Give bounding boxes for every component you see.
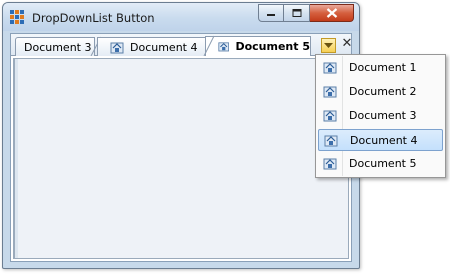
menu-item-label: Document 2 bbox=[349, 85, 417, 98]
caption-buttons bbox=[258, 4, 354, 22]
tab-document-3[interactable]: Document 3 bbox=[15, 37, 95, 56]
menu-item-document-3[interactable]: Document 3 bbox=[318, 105, 443, 127]
document-icon bbox=[323, 62, 337, 74]
maximize-icon bbox=[292, 9, 301, 17]
dropdown-menu: Document 1 Document 2 Document 3 Documen… bbox=[315, 54, 446, 178]
document-icon bbox=[324, 135, 338, 147]
menu-item-label: Document 5 bbox=[349, 157, 417, 170]
menu-item-label: Document 1 bbox=[349, 61, 417, 74]
tab-document-5[interactable]: Document 5 bbox=[205, 36, 311, 56]
menu-item-document-1[interactable]: Document 1 bbox=[318, 57, 443, 79]
tab-document-4[interactable]: Document 4 bbox=[97, 37, 211, 56]
menu-item-label: Document 4 bbox=[350, 134, 418, 147]
document-container: Document 3 Document 4 Document 5 ✕ bbox=[10, 33, 352, 262]
close-tab-button[interactable]: ✕ bbox=[341, 36, 353, 52]
tab-label: Document 3 bbox=[24, 40, 92, 54]
document-icon bbox=[323, 86, 337, 98]
document-body bbox=[18, 59, 348, 258]
menu-item-document-5[interactable]: Document 5 bbox=[318, 153, 443, 175]
tab-label: Document 4 bbox=[130, 40, 198, 54]
minimize-icon bbox=[267, 14, 275, 16]
document-icon bbox=[218, 42, 230, 52]
dropdown-list-button[interactable] bbox=[321, 38, 336, 53]
app-grid-icon bbox=[10, 10, 24, 24]
document-icon bbox=[323, 158, 337, 170]
tab-separator bbox=[203, 35, 215, 56]
chevron-down-icon bbox=[324, 43, 333, 48]
title-bar[interactable]: DropDownList Button bbox=[3, 3, 359, 31]
tab-strip: Document 3 Document 4 Document 5 ✕ bbox=[11, 34, 353, 56]
app-window: DropDownList Button Document 3 Document … bbox=[2, 2, 360, 269]
tab-label: Document 5 bbox=[235, 40, 310, 53]
menu-item-label: Document 3 bbox=[349, 109, 417, 122]
document-content-area bbox=[13, 58, 349, 259]
close-icon bbox=[326, 8, 337, 18]
document-icon bbox=[323, 110, 337, 122]
document-icon bbox=[110, 42, 124, 53]
window-title: DropDownList Button bbox=[32, 11, 155, 25]
minimize-button[interactable] bbox=[258, 4, 284, 22]
maximize-button[interactable] bbox=[284, 4, 310, 22]
menu-item-document-4[interactable]: Document 4 bbox=[318, 129, 443, 151]
menu-item-document-2[interactable]: Document 2 bbox=[318, 81, 443, 103]
close-window-button[interactable] bbox=[310, 4, 354, 22]
